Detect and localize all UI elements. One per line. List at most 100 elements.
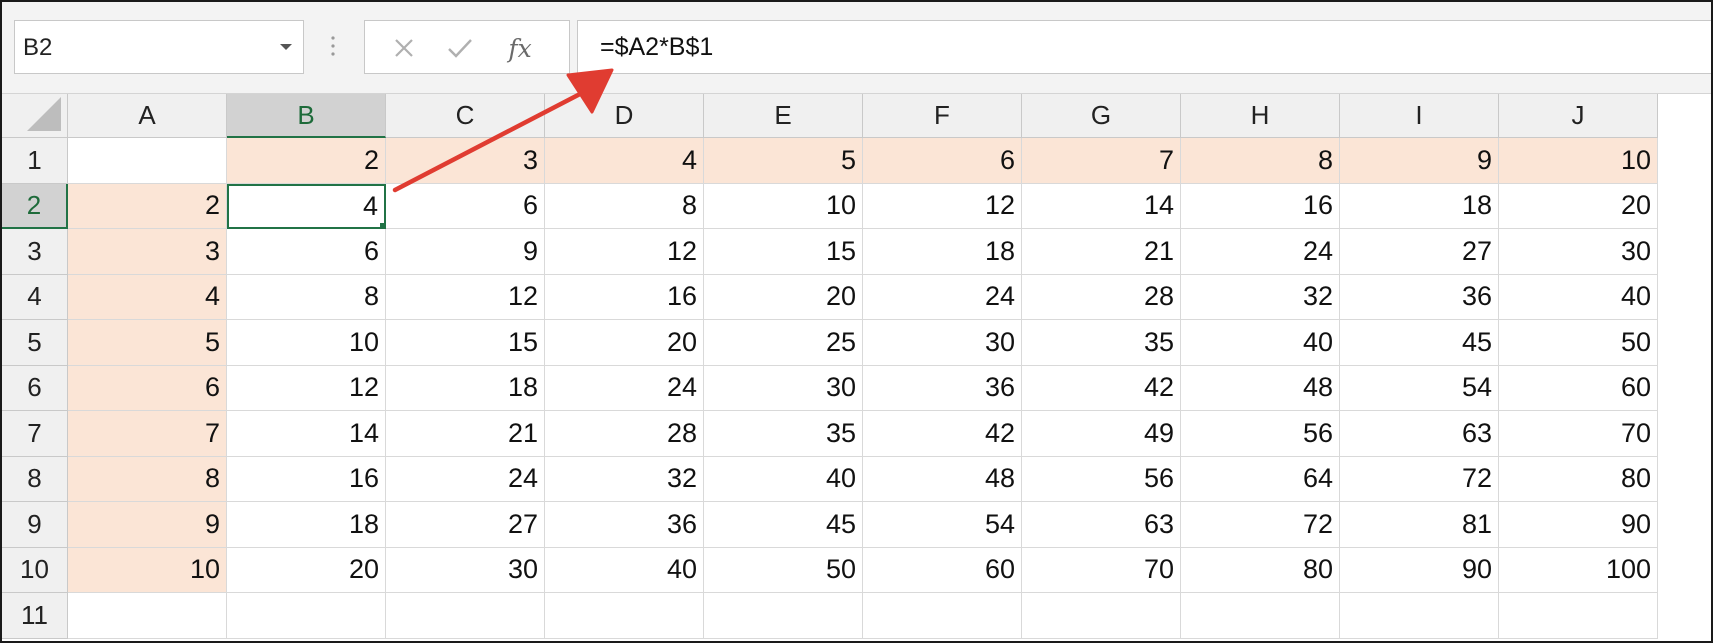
cell-i8[interactable]: 72 xyxy=(1340,456,1499,502)
cell-b11[interactable] xyxy=(227,593,386,639)
cell-g10[interactable]: 70 xyxy=(1022,547,1181,593)
cell-f8[interactable]: 48 xyxy=(863,456,1022,502)
cell-g3[interactable]: 21 xyxy=(1022,229,1181,275)
row-header-9[interactable]: 9 xyxy=(2,502,68,548)
cell-b9[interactable]: 18 xyxy=(227,502,386,548)
cell-b6[interactable]: 12 xyxy=(227,365,386,411)
cell-i1[interactable]: 9 xyxy=(1340,138,1499,184)
cell-a8[interactable]: 8 xyxy=(68,456,227,502)
cell-i9[interactable]: 81 xyxy=(1340,502,1499,548)
cell-f5[interactable]: 30 xyxy=(863,320,1022,366)
cell-a6[interactable]: 6 xyxy=(68,365,227,411)
cell-e7[interactable]: 35 xyxy=(704,411,863,457)
cell-d11[interactable] xyxy=(545,593,704,639)
cell-c9[interactable]: 27 xyxy=(386,502,545,548)
row-header-10[interactable]: 10 xyxy=(2,547,68,593)
cell-j9[interactable]: 90 xyxy=(1499,502,1658,548)
cell-j4[interactable]: 40 xyxy=(1499,274,1658,320)
cell-c11[interactable] xyxy=(386,593,545,639)
cell-h6[interactable]: 48 xyxy=(1181,365,1340,411)
cell-h7[interactable]: 56 xyxy=(1181,411,1340,457)
cell-g9[interactable]: 63 xyxy=(1022,502,1181,548)
cell-a7[interactable]: 7 xyxy=(68,411,227,457)
cell-c6[interactable]: 18 xyxy=(386,365,545,411)
cell-j2[interactable]: 20 xyxy=(1499,183,1658,229)
cell-c4[interactable]: 12 xyxy=(386,274,545,320)
cell-a5[interactable]: 5 xyxy=(68,320,227,366)
cell-a9[interactable]: 9 xyxy=(68,502,227,548)
column-header-e[interactable]: E xyxy=(704,94,863,138)
cell-g7[interactable]: 49 xyxy=(1022,411,1181,457)
cell-h11[interactable] xyxy=(1181,593,1340,639)
select-all-corner[interactable] xyxy=(2,94,68,138)
name-box[interactable]: B2 xyxy=(14,20,304,74)
row-header-6[interactable]: 6 xyxy=(2,365,68,411)
cell-a4[interactable]: 4 xyxy=(68,274,227,320)
cell-f3[interactable]: 18 xyxy=(863,229,1022,275)
column-header-g[interactable]: G xyxy=(1022,94,1181,138)
row-header-11[interactable]: 11 xyxy=(2,593,68,639)
cell-d8[interactable]: 32 xyxy=(545,456,704,502)
cell-h9[interactable]: 72 xyxy=(1181,502,1340,548)
fill-handle[interactable] xyxy=(379,222,384,228)
row-header-4[interactable]: 4 xyxy=(2,274,68,320)
column-header-i[interactable]: I xyxy=(1340,94,1499,138)
cell-f4[interactable]: 24 xyxy=(863,274,1022,320)
cell-c8[interactable]: 24 xyxy=(386,456,545,502)
cell-j8[interactable]: 80 xyxy=(1499,456,1658,502)
cell-e1[interactable]: 5 xyxy=(704,138,863,184)
cell-b3[interactable]: 6 xyxy=(227,229,386,275)
cell-f9[interactable]: 54 xyxy=(863,502,1022,548)
cell-b4[interactable]: 8 xyxy=(227,274,386,320)
function-icon[interactable]: fx xyxy=(503,31,537,65)
cell-j10[interactable]: 100 xyxy=(1499,547,1658,593)
cell-b1[interactable]: 2 xyxy=(227,138,386,184)
cell-h8[interactable]: 64 xyxy=(1181,456,1340,502)
column-header-h[interactable]: H xyxy=(1181,94,1340,138)
cell-c2[interactable]: 6 xyxy=(386,183,545,229)
cell-e11[interactable] xyxy=(704,593,863,639)
cell-f11[interactable] xyxy=(863,593,1022,639)
checkmark-icon[interactable] xyxy=(443,31,477,65)
cell-j11[interactable] xyxy=(1499,593,1658,639)
cell-b5[interactable]: 10 xyxy=(227,320,386,366)
cell-i11[interactable] xyxy=(1340,593,1499,639)
cell-a10[interactable]: 10 xyxy=(68,547,227,593)
cell-e9[interactable]: 45 xyxy=(704,502,863,548)
cell-j1[interactable]: 10 xyxy=(1499,138,1658,184)
formula-bar[interactable]: =$A2*B$1 xyxy=(577,20,1711,74)
chevron-down-icon[interactable] xyxy=(275,34,297,60)
cell-c3[interactable]: 9 xyxy=(386,229,545,275)
cell-d10[interactable]: 40 xyxy=(545,547,704,593)
cell-d7[interactable]: 28 xyxy=(545,411,704,457)
row-header-7[interactable]: 7 xyxy=(2,411,68,457)
row-header-8[interactable]: 8 xyxy=(2,456,68,502)
cell-b8[interactable]: 16 xyxy=(227,456,386,502)
cell-h5[interactable]: 40 xyxy=(1181,320,1340,366)
cell-d6[interactable]: 24 xyxy=(545,365,704,411)
cell-d2[interactable]: 8 xyxy=(545,183,704,229)
cell-h10[interactable]: 80 xyxy=(1181,547,1340,593)
cell-c5[interactable]: 15 xyxy=(386,320,545,366)
cell-e3[interactable]: 15 xyxy=(704,229,863,275)
cell-h3[interactable]: 24 xyxy=(1181,229,1340,275)
cell-c1[interactable]: 3 xyxy=(386,138,545,184)
cell-g4[interactable]: 28 xyxy=(1022,274,1181,320)
cell-e8[interactable]: 40 xyxy=(704,456,863,502)
cell-d1[interactable]: 4 xyxy=(545,138,704,184)
cell-a1[interactable] xyxy=(68,138,227,184)
cell-f10[interactable]: 60 xyxy=(863,547,1022,593)
column-header-d[interactable]: D xyxy=(545,94,704,138)
formula-text[interactable]: =$A2*B$1 xyxy=(600,33,713,62)
cell-e2[interactable]: 10 xyxy=(704,183,863,229)
column-header-b[interactable]: B xyxy=(227,94,386,138)
cell-c10[interactable]: 30 xyxy=(386,547,545,593)
cell-j7[interactable]: 70 xyxy=(1499,411,1658,457)
cell-g6[interactable]: 42 xyxy=(1022,365,1181,411)
cell-g5[interactable]: 35 xyxy=(1022,320,1181,366)
row-header-3[interactable]: 3 xyxy=(2,229,68,275)
cell-d9[interactable]: 36 xyxy=(545,502,704,548)
row-header-2[interactable]: 2 xyxy=(2,183,68,229)
cell-h4[interactable]: 32 xyxy=(1181,274,1340,320)
cell-i3[interactable]: 27 xyxy=(1340,229,1499,275)
